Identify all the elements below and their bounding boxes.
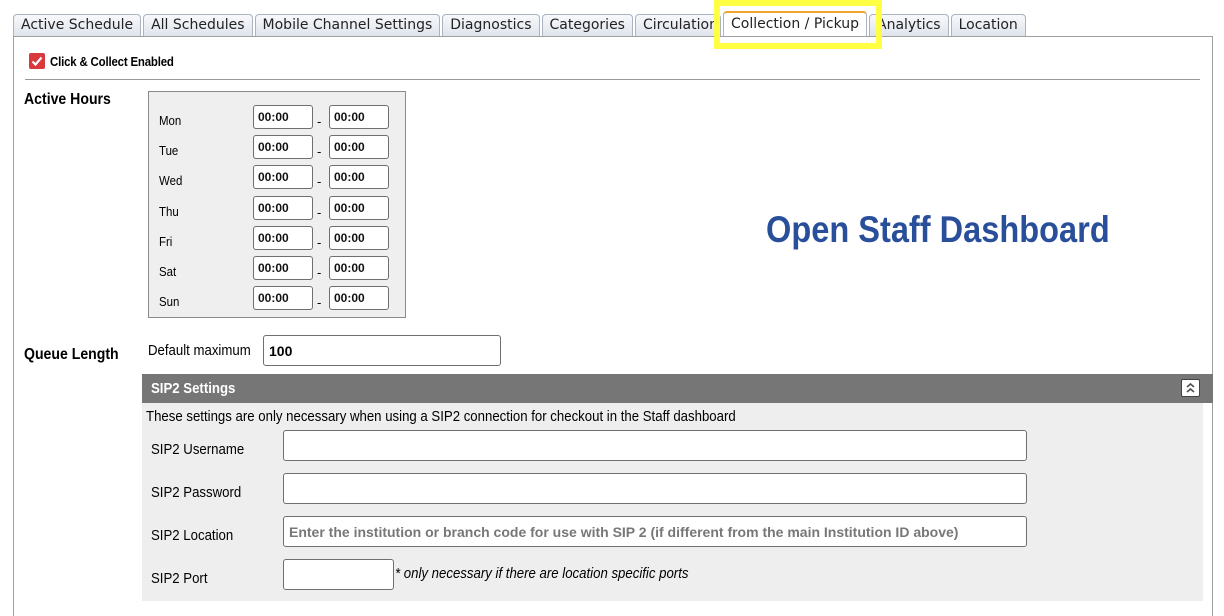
range-separator: - <box>317 144 322 159</box>
sun-end-input[interactable] <box>329 286 389 310</box>
sip2-location-input[interactable] <box>283 516 1027 547</box>
day-label: Sun <box>159 294 180 309</box>
sip2-username-label: SIP2 Username <box>151 441 245 458</box>
sip2-password-input[interactable] <box>283 473 1027 504</box>
sip2-port-input[interactable] <box>283 559 394 590</box>
sat-end-input[interactable] <box>329 256 389 280</box>
tab-collection-pickup[interactable]: Collection / Pickup <box>722 11 868 36</box>
day-label: Thu <box>159 204 179 219</box>
tab-bar: Active Schedule All Schedules Mobile Cha… <box>13 11 1028 36</box>
fri-start-input[interactable] <box>253 226 313 250</box>
day-label: Mon <box>159 113 182 128</box>
hours-row-sun: Sun - <box>149 286 405 312</box>
sat-start-input[interactable] <box>253 256 313 280</box>
hours-row-thu: Thu - <box>149 196 405 222</box>
tue-start-input[interactable] <box>253 135 313 159</box>
wed-end-input[interactable] <box>329 165 389 189</box>
tab-categories[interactable]: Categories <box>541 14 633 36</box>
hours-row-tue: Tue - <box>149 135 405 161</box>
range-separator: - <box>317 205 322 220</box>
sip2-note: These settings are only necessary when u… <box>146 408 736 425</box>
sun-start-input[interactable] <box>253 286 313 310</box>
sip2-port-label: SIP2 Port <box>151 570 208 587</box>
sip2-settings-title: SIP2 Settings <box>151 380 236 397</box>
default-maximum-label: Default maximum <box>148 342 251 359</box>
tab-location[interactable]: Location <box>950 14 1026 36</box>
day-label: Sat <box>159 264 177 279</box>
tab-active-schedule[interactable]: Active Schedule <box>13 14 142 36</box>
queue-length-label: Queue Length <box>24 346 119 363</box>
range-separator: - <box>317 174 322 189</box>
range-separator: - <box>317 114 322 129</box>
click-collect-checkbox[interactable] <box>29 53 45 69</box>
tab-circulation[interactable]: Circulation <box>634 14 721 36</box>
tab-analytics[interactable]: Analytics <box>869 14 949 36</box>
hours-row-sat: Sat - <box>149 256 405 282</box>
hours-row-mon: Mon - <box>149 105 405 131</box>
wed-start-input[interactable] <box>253 165 313 189</box>
hours-row-fri: Fri - <box>149 226 405 252</box>
fri-end-input[interactable] <box>329 226 389 250</box>
sip2-location-label: SIP2 Location <box>151 527 234 544</box>
range-separator: - <box>317 265 322 280</box>
day-label: Fri <box>159 234 173 249</box>
tab-diagnostics[interactable]: Diagnostics <box>442 14 540 36</box>
hours-row-wed: Wed - <box>149 165 405 191</box>
open-staff-dashboard-link[interactable]: Open Staff Dashboard <box>766 209 1110 251</box>
sip2-password-label: SIP2 Password <box>151 484 242 501</box>
active-hours-label: Active Hours <box>24 91 111 108</box>
range-separator: - <box>317 235 322 250</box>
default-maximum-input[interactable] <box>263 335 501 366</box>
click-collect-label: Click & Collect Enabled <box>50 53 174 69</box>
collection-pickup-panel: Click & Collect Enabled Active Hours Mon… <box>13 36 1213 616</box>
mon-start-input[interactable] <box>253 105 313 129</box>
thu-start-input[interactable] <box>253 196 313 220</box>
day-label: Wed <box>159 173 183 188</box>
tab-all-schedules[interactable]: All Schedules <box>143 14 253 36</box>
sip2-port-note: * only necessary if there are location s… <box>395 565 689 582</box>
sip2-settings-body: These settings are only necessary when u… <box>142 403 1203 601</box>
mon-end-input[interactable] <box>329 105 389 129</box>
range-separator: - <box>317 295 322 310</box>
tab-mobile-channel-settings[interactable]: Mobile Channel Settings <box>254 14 441 36</box>
tue-end-input[interactable] <box>329 135 389 159</box>
active-hours-table: Mon - Tue - Wed - Thu - Fri - <box>148 91 406 318</box>
divider <box>25 79 1200 80</box>
sip2-username-input[interactable] <box>283 430 1027 461</box>
collapse-button[interactable] <box>1181 379 1200 397</box>
thu-end-input[interactable] <box>329 196 389 220</box>
double-chevron-up-icon <box>1186 382 1195 393</box>
checkmark-icon <box>31 56 43 67</box>
day-label: Tue <box>159 143 179 158</box>
sip2-settings-header: SIP2 Settings <box>142 374 1213 403</box>
click-collect-row: Click & Collect Enabled <box>29 53 191 69</box>
